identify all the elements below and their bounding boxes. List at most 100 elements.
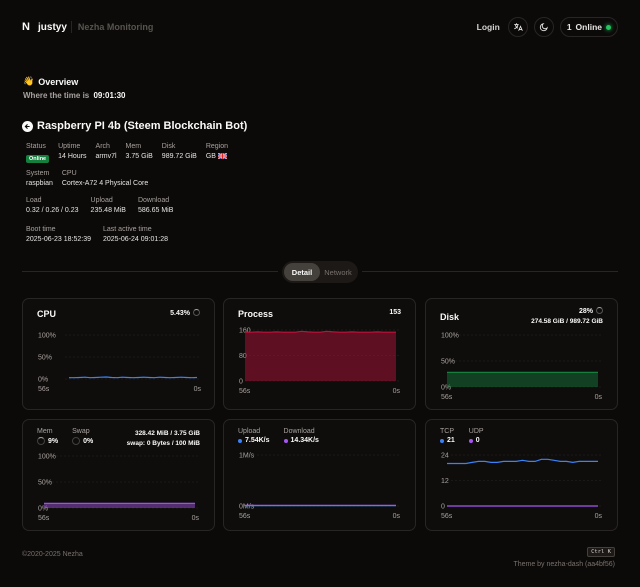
back-arrow-icon[interactable]: [22, 120, 33, 132]
network-card: Upload 7.54K/s Download 14.34K/s 1M/s 0M/…: [223, 419, 416, 531]
cpu-card: CPU 5.43% 100% 50% 0% 56s 0s: [22, 298, 215, 410]
y-tick-label: 0M/s: [239, 504, 255, 511]
logo-icon: N: [22, 21, 30, 33]
brand-name: justyy: [38, 21, 67, 33]
info-label: Download: [137, 197, 170, 204]
x-tick-label: 0s: [393, 513, 401, 520]
info-value: 14 Hours: [58, 153, 87, 160]
info-status: Status Online: [26, 143, 50, 163]
info-value: 3.75 GiB: [125, 153, 153, 160]
cpu-chart: 100% 50% 0% 56s 0s: [38, 333, 202, 394]
memory-chart: 100%50%0%56s 0s: [38, 454, 199, 523]
time-label: Where the time is: [23, 91, 90, 100]
info-load: Load 0.32 / 0.26 / 0.23: [26, 197, 79, 214]
header-divider: [70, 21, 72, 33]
top-header: N justyy Nezha Monitoring Login 1 Online: [22, 16, 618, 38]
info-label: Status: [26, 143, 46, 150]
info-region: Region GB: [206, 143, 228, 163]
server-info-row-2: System raspbian CPU Cortex-A72 4 Physica…: [26, 170, 148, 187]
info-cpu: CPU Cortex-A72 4 Physical Core: [62, 170, 148, 187]
info-label: Boot time: [26, 226, 56, 233]
x-tick-label: 56s: [441, 513, 453, 520]
header-actions: Login 1 Online: [477, 17, 618, 37]
info-value: 0.32 / 0.26 / 0.23: [26, 207, 79, 214]
series-area: [44, 503, 195, 508]
overview-title-text: Overview: [38, 76, 79, 87]
y-tick-label: 0%: [38, 377, 48, 384]
info-value: 2025-06-24 09:01:28: [103, 236, 168, 243]
info-last-active: Last active time 2025-06-24 09:01:28: [103, 226, 168, 243]
info-value: armv7l: [95, 153, 117, 160]
online-count-badge[interactable]: 1 Online: [559, 17, 618, 37]
x-tick-label: 0s: [595, 394, 603, 401]
y-tick-label: 0: [239, 379, 243, 386]
y-tick-label: 50%: [38, 480, 52, 487]
info-label: Last active time: [103, 226, 152, 233]
wave-icon: 👋: [23, 76, 35, 86]
translate-icon: [513, 23, 523, 31]
region-code: GB: [205, 153, 216, 160]
info-label: Mem: [125, 143, 142, 150]
x-tick-label: 56s: [239, 513, 251, 520]
server-detail: Raspberry PI 4b (Steem Blockchain Bot): [22, 120, 247, 132]
overview-section: 👋 Overview Where the time is 09:01:30: [23, 76, 126, 100]
info-mem: Mem 3.75 GiB: [126, 143, 153, 163]
y-tick-label: 24: [441, 453, 449, 460]
y-tick-label: 50%: [441, 359, 455, 366]
x-tick-label: 0s: [194, 386, 202, 393]
tab-detail[interactable]: Detail: [284, 263, 320, 281]
info-label: Uptime: [58, 143, 81, 150]
tab-network[interactable]: Network: [320, 263, 356, 281]
info-value: 2025-06-23 18:52:39: [26, 236, 91, 243]
online-label: Online: [575, 22, 602, 32]
command-shortcut[interactable]: Ctrl K: [587, 547, 615, 557]
x-tick-label: 0s: [595, 513, 603, 520]
moon-icon: [539, 23, 548, 32]
tabs-divider-left: [22, 271, 278, 272]
info-label: Arch: [95, 143, 110, 150]
time-value: 09:01:30: [93, 91, 126, 100]
current-time: Where the time is 09:01:30: [23, 91, 126, 100]
info-download: Download 586.65 MiB: [138, 197, 173, 214]
copyright: ©2020-2025 Nezha: [22, 551, 83, 558]
connections-card: TCP 21 UDP 0 24 12 0 56s 0s: [425, 419, 618, 531]
y-tick-label: 12: [441, 478, 449, 485]
language-button[interactable]: [507, 17, 528, 37]
info-disk: Disk 989.72 GiB: [162, 143, 197, 163]
y-tick-label: 1M/s: [239, 453, 255, 460]
process-card: Process 153 160 80 0 56s 0s: [223, 298, 416, 410]
info-system: System raspbian: [26, 170, 53, 187]
server-info-row-1: Status Online Uptime 14 Hours Arch armv7…: [26, 143, 228, 163]
connections-chart: 24 12 0 56s 0s: [441, 453, 603, 521]
info-upload: Upload 235.48 MiB: [91, 197, 126, 214]
y-tick-label: 100%: [441, 333, 459, 340]
x-tick-label: 56s: [441, 394, 453, 401]
tabs-divider-right: [362, 271, 618, 272]
y-tick-label: 0: [441, 504, 445, 511]
series-line: [447, 458, 598, 465]
network-chart: 1M/s 0M/s 56s 0s: [239, 453, 401, 521]
y-tick-label: 50%: [38, 355, 52, 362]
info-label: Region: [205, 143, 229, 150]
disk-card: Disk 28% 274.58 GiB / 989.72 GiB 100% 50%…: [425, 298, 618, 410]
x-tick-label: 0s: [393, 388, 401, 395]
server-name: Raspberry PI 4b (Steem Blockchain Bot): [37, 120, 248, 132]
info-value: 989.72 GiB: [161, 153, 197, 160]
server-info-row-4: Boot time 2025-06-23 18:52:39 Last activ…: [26, 226, 168, 243]
login-link[interactable]: Login: [477, 22, 500, 32]
info-label: System: [26, 170, 50, 177]
memory-card: Mem 9% Swap 0% 328.42 MiB / 3.75 GiB swa…: [22, 419, 215, 531]
theme-toggle-button[interactable]: [533, 17, 554, 37]
info-label: CPU: [61, 170, 77, 177]
info-value: 586.65 MiB: [137, 207, 174, 214]
logo[interactable]: N justyy: [22, 21, 67, 33]
series-area: [447, 372, 598, 387]
info-arch: Arch armv7l: [96, 143, 117, 163]
info-value: GB: [206, 153, 228, 160]
series-line: [245, 330, 396, 333]
info-value: 235.48 MiB: [90, 207, 126, 214]
disk-chart: 100%50%0%56s 0s: [441, 333, 603, 402]
theme-credit[interactable]: Theme by nezha-dash (aa4bf56): [513, 561, 615, 568]
uk-flag-icon: [217, 153, 227, 159]
series-area: [245, 331, 396, 381]
